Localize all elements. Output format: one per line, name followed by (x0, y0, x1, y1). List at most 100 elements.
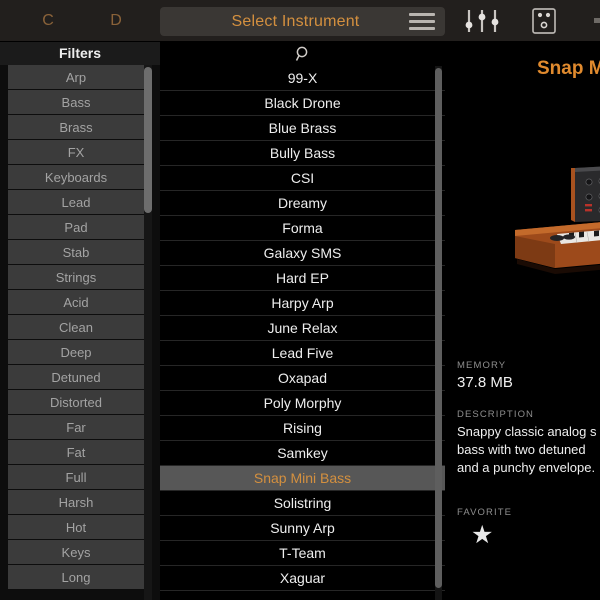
preset-item-label: Xaguar (279, 570, 326, 586)
instrument-browser-window: C D Select Instrument Filters Arp Bass B… (0, 0, 600, 600)
preset-item-label: Oxapad (277, 370, 328, 386)
filter-item-label: Keys (61, 545, 91, 560)
preset-item[interactable]: June Relax (160, 316, 445, 341)
preset-item[interactable]: T-Team (160, 541, 445, 566)
preset-item-label: T-Team (279, 545, 326, 561)
filter-item[interactable]: Pad (8, 215, 144, 240)
hamburger-menu-icon[interactable] (409, 13, 435, 30)
filter-item[interactable]: Detuned (8, 365, 144, 390)
preset-item-label: Forma (282, 220, 323, 236)
favorite-block: FAVORITE ★ (457, 507, 600, 549)
preset-item[interactable]: Oxapad (160, 366, 445, 391)
description-line: Snappy classic analog s (457, 424, 597, 439)
filters-scrollbar-thumb[interactable] (144, 67, 152, 213)
filter-item[interactable]: Hot (8, 515, 144, 540)
description-line: and a punchy envelope. (457, 460, 596, 475)
filter-item-label: Detuned (51, 370, 101, 385)
preset-item[interactable]: Rising (160, 416, 445, 441)
filter-item-label: FX (67, 145, 85, 160)
filter-item[interactable]: Deep (8, 340, 144, 365)
preset-item-label: June Relax (267, 320, 338, 336)
filter-item-label: Stab (62, 245, 90, 260)
filter-item-label: Distorted (49, 395, 103, 410)
preset-item[interactable]: Lead Five (160, 341, 445, 366)
filter-item[interactable]: Acid (8, 290, 144, 315)
filter-item[interactable]: Full (8, 465, 144, 490)
filter-item-label: Lead (61, 195, 91, 210)
preset-item[interactable]: Poly Morphy (160, 391, 445, 416)
description-text: Snappy classic analog s bass with two det… (457, 423, 600, 477)
preset-item-label: Lead Five (271, 345, 334, 361)
preset-item-label: Rising (283, 420, 322, 436)
preset-item[interactable]: Blue Brass (160, 116, 445, 141)
filter-item[interactable]: Long (8, 565, 144, 590)
pedal-device-icon[interactable] (530, 7, 558, 35)
filter-item-label: Arp (65, 70, 87, 85)
filter-item[interactable]: Bass (8, 90, 144, 115)
track-letter-d[interactable]: D (96, 12, 136, 30)
filter-item[interactable]: Distorted (8, 390, 144, 415)
filter-item-label: Acid (63, 295, 89, 310)
filters-list[interactable]: Arp Bass Brass FX Keyboards Lead Pad Stab String… (0, 65, 160, 600)
preset-item[interactable]: Forma (160, 216, 445, 241)
preset-search-row[interactable] (160, 42, 445, 66)
filter-item-label: Hot (65, 520, 87, 535)
filter-item-label: Pad (64, 220, 88, 235)
preset-item-label: Sunny Arp (270, 520, 335, 536)
filter-item[interactable]: Far (8, 415, 144, 440)
preset-item[interactable]: CSI (160, 166, 445, 191)
track-letter-c[interactable]: C (28, 12, 68, 30)
preset-item[interactable]: Sunny Arp (160, 516, 445, 541)
preset-item-label: Harpy Arp (271, 295, 334, 311)
preset-item-label: Dreamy (277, 195, 327, 211)
filter-item[interactable]: FX (8, 140, 144, 165)
favorite-star-icon[interactable]: ★ (457, 521, 600, 549)
preset-item-label: Galaxy SMS (263, 245, 342, 261)
filter-item[interactable]: Harsh (8, 490, 144, 515)
preset-item[interactable]: 99-X (160, 66, 445, 91)
filter-item[interactable]: Brass (8, 115, 144, 140)
filter-item-label: Harsh (58, 495, 94, 510)
search-icon[interactable] (294, 45, 312, 63)
filter-item-label: Brass (59, 120, 93, 135)
preset-item[interactable]: Bully Bass (160, 141, 445, 166)
preset-item[interactable]: Xaguar (160, 566, 445, 591)
preset-item-label: Hard EP (276, 270, 329, 286)
toolbar-overflow-edge[interactable] (594, 18, 600, 23)
presets-panel: 99-X Black Drone Blue Brass Bully Bass CSI Dr… (160, 42, 445, 600)
analog-synthesizer-image (515, 166, 600, 274)
top-toolbar: C D Select Instrument (0, 0, 600, 42)
filter-item[interactable]: Clean (8, 315, 144, 340)
preset-item[interactable]: Samkey (160, 441, 445, 466)
preset-item-label: CSI (290, 170, 315, 186)
filter-item-label: Fat (66, 445, 86, 460)
preset-item-label: Snap Mini Bass (253, 470, 352, 486)
preset-item[interactable]: Hard EP (160, 266, 445, 291)
filter-item-label: Strings (55, 270, 97, 285)
preset-item[interactable]: Black Drone (160, 91, 445, 116)
preset-item[interactable]: Dreamy (160, 191, 445, 216)
filter-item[interactable]: Keyboards (8, 165, 144, 190)
detail-preset-title: Snap M (537, 58, 600, 79)
faders-icon[interactable] (462, 8, 502, 34)
filter-item[interactable]: Stab (8, 240, 144, 265)
filter-item-label: Full (65, 470, 87, 485)
preset-item[interactable]: Harpy Arp (160, 291, 445, 316)
description-line: bass with two detuned (457, 442, 586, 457)
filter-item[interactable]: Strings (8, 265, 144, 290)
presets-list[interactable]: 99-X Black Drone Blue Brass Bully Bass CSI Dr… (160, 66, 445, 600)
preset-detail-panel: Snap M MEMORY 37.8 MB DESCRIPTION Snappy… (445, 42, 600, 600)
filter-item[interactable]: Keys (8, 540, 144, 565)
preset-item[interactable]: Galaxy SMS (160, 241, 445, 266)
filter-item[interactable]: Fat (8, 440, 144, 465)
preset-item-label: Black Drone (264, 95, 341, 111)
memory-value: 37.8 MB (457, 374, 513, 391)
preset-item-label: Samkey (277, 445, 328, 461)
preset-item[interactable]: Solistring (160, 491, 445, 516)
filter-item-label: Far (66, 420, 86, 435)
presets-scrollbar-thumb[interactable] (435, 68, 442, 588)
select-instrument-button[interactable]: Select Instrument (160, 7, 445, 36)
filter-item[interactable]: Arp (8, 65, 144, 90)
filter-item[interactable]: Lead (8, 190, 144, 215)
preset-item-selected[interactable]: Snap Mini Bass (160, 466, 445, 491)
